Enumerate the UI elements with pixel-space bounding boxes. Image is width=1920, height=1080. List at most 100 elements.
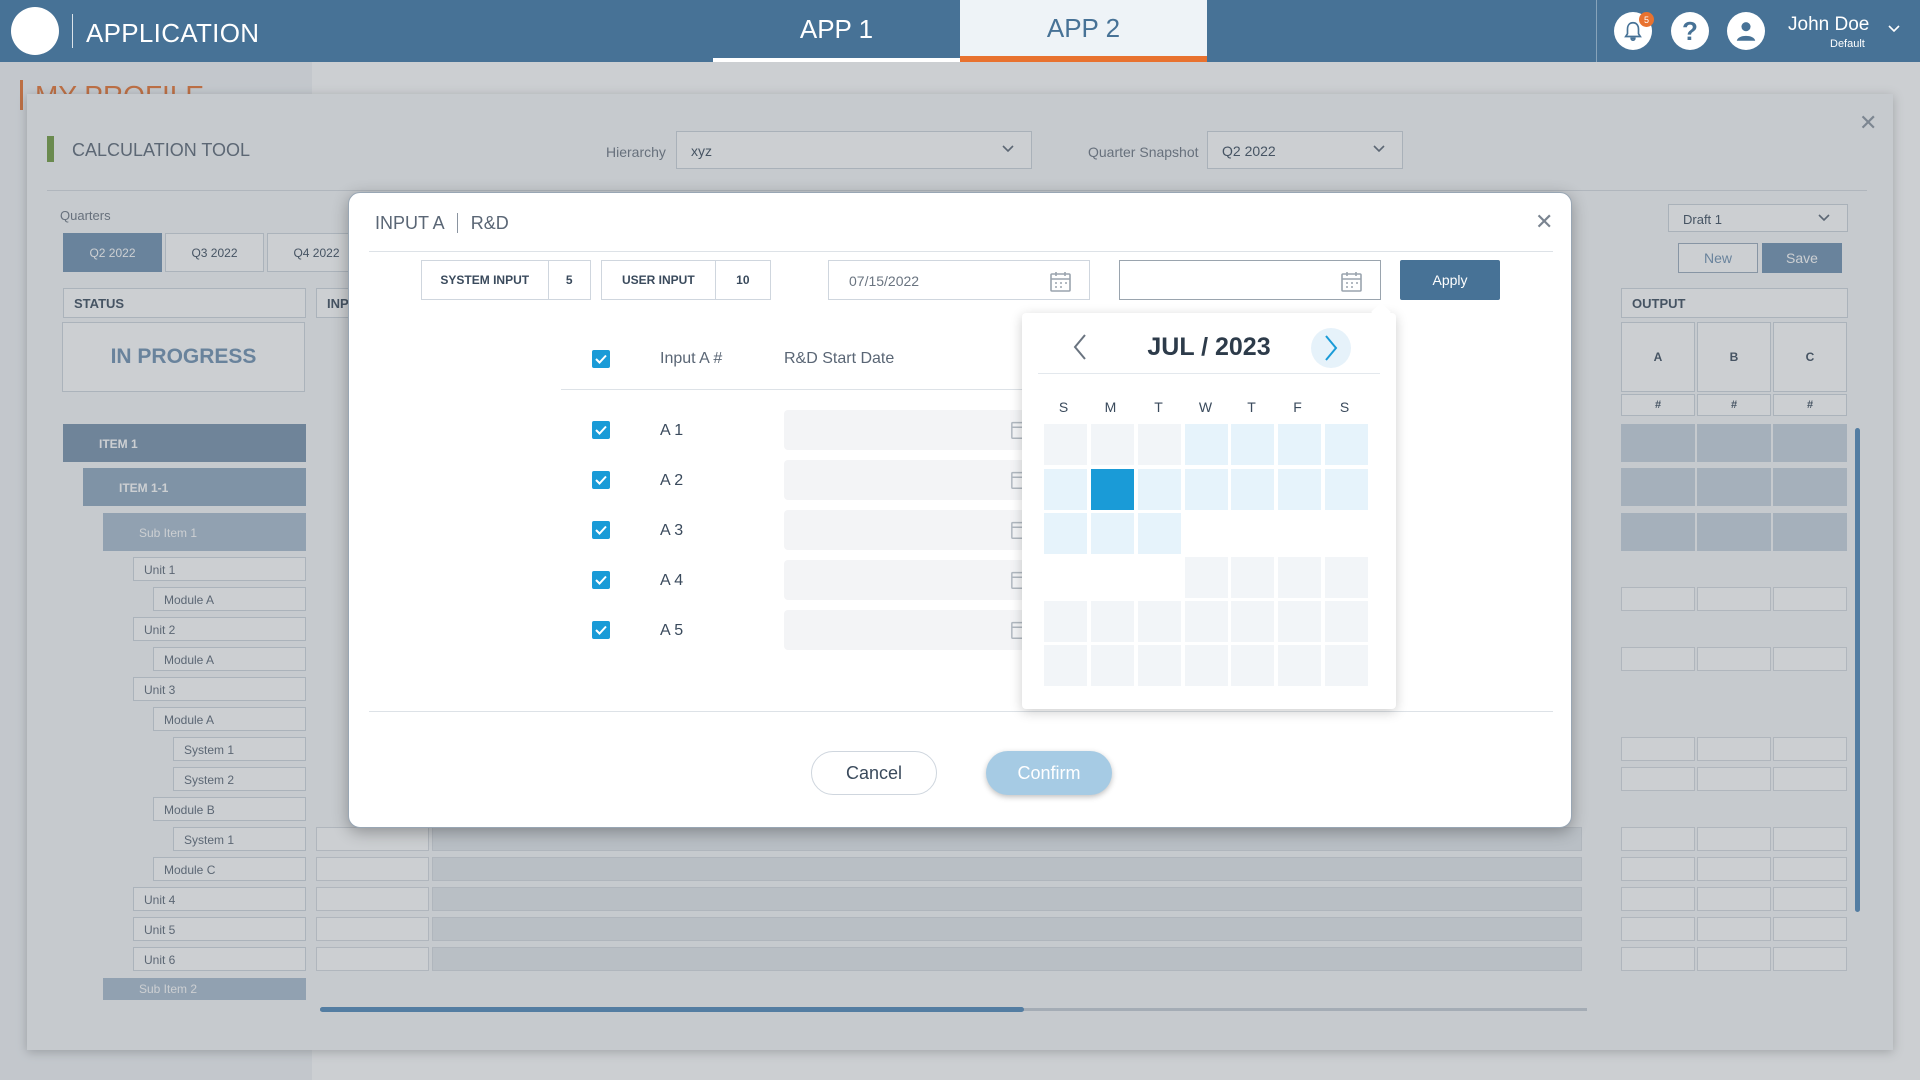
- calendar-day[interactable]: [1278, 424, 1321, 465]
- calendar-day: [1138, 645, 1181, 686]
- calendar-day: [1278, 601, 1321, 642]
- calendar-day[interactable]: [1185, 424, 1228, 465]
- row-label: A 4: [660, 572, 684, 589]
- calendar-day: [1278, 645, 1321, 686]
- check-icon: [595, 425, 607, 435]
- user-input-value: 10: [714, 261, 770, 299]
- tab-app-2[interactable]: APP 2: [960, 0, 1207, 62]
- row-label: A 2: [660, 472, 684, 489]
- calendar-day: [1231, 601, 1274, 642]
- apply-button[interactable]: Apply: [1400, 260, 1500, 300]
- calendar-day[interactable]: [1185, 469, 1228, 510]
- weekday-thu: T: [1247, 399, 1256, 415]
- help-icon: ?: [1682, 15, 1698, 46]
- calendar-day[interactable]: [1231, 469, 1274, 510]
- row-checkbox[interactable]: [592, 571, 610, 589]
- help-button[interactable]: ?: [1671, 12, 1709, 50]
- system-input-pill: SYSTEM INPUT 5: [421, 260, 591, 300]
- date-to-input[interactable]: [1119, 260, 1381, 300]
- app-divider: [72, 14, 73, 48]
- calendar-day[interactable]: [1325, 513, 1368, 554]
- modal-footer-divider: [369, 711, 1553, 712]
- calendar-day[interactable]: [1138, 469, 1181, 510]
- calendar-day[interactable]: [1091, 513, 1134, 554]
- calendar-day-selected[interactable]: [1091, 469, 1134, 510]
- calendar-day: [1185, 645, 1228, 686]
- calendar-day[interactable]: [1138, 513, 1181, 554]
- user-input-pill: USER INPUT 10: [601, 260, 771, 300]
- calendar-day: [1091, 645, 1134, 686]
- calendar-day: [1185, 557, 1228, 598]
- select-all-checkbox[interactable]: [592, 350, 610, 368]
- calendar-icon[interactable]: [1340, 271, 1364, 293]
- app-title: APPLICATION: [86, 18, 260, 48]
- check-icon: [595, 625, 607, 635]
- calendar-day[interactable]: [1278, 469, 1321, 510]
- modal-title: INPUT A R&D: [375, 213, 509, 234]
- check-icon: [595, 354, 607, 364]
- table-header-divider: [561, 389, 1061, 390]
- row-checkbox[interactable]: [592, 421, 610, 439]
- calendar-icon[interactable]: [1049, 271, 1073, 293]
- calendar-day[interactable]: [1325, 424, 1368, 465]
- user-input-label: USER INPUT: [621, 273, 695, 287]
- calendar-day: [1138, 424, 1181, 465]
- calendar-day: [1138, 601, 1181, 642]
- calendar-day[interactable]: [1325, 469, 1368, 510]
- calendar-day: [1278, 557, 1321, 598]
- check-icon: [595, 475, 607, 485]
- next-month-button[interactable]: [1311, 328, 1351, 368]
- row-checkbox[interactable]: [592, 471, 610, 489]
- row-label: A 3: [660, 522, 684, 539]
- calendar-day: [1231, 645, 1274, 686]
- calendar-day[interactable]: [1044, 469, 1087, 510]
- calendar-day: [1091, 424, 1134, 465]
- calendar-day: [1325, 557, 1368, 598]
- calendar-day: [1231, 557, 1274, 598]
- calendar-day: [1325, 645, 1368, 686]
- row-checkbox[interactable]: [592, 621, 610, 639]
- date-from-input[interactable]: 07/15/2022: [828, 260, 1090, 300]
- notification-badge: 5: [1639, 12, 1654, 27]
- rd-start-date-field[interactable]: [784, 460, 1034, 500]
- app-logo[interactable]: [11, 7, 59, 55]
- modal-title-main: INPUT A: [375, 213, 444, 233]
- row-checkbox[interactable]: [592, 521, 610, 539]
- calendar-day: [1091, 601, 1134, 642]
- date-picker: JUL / 2023 S M T W T F S: [1022, 302, 1396, 709]
- calendar-divider: [1038, 373, 1380, 374]
- weekday-mon: M: [1104, 399, 1117, 415]
- calendar-day[interactable]: [1091, 557, 1134, 598]
- rd-start-date-field[interactable]: [784, 610, 1034, 650]
- calendar-day[interactable]: [1044, 557, 1087, 598]
- rd-start-date-field[interactable]: [784, 410, 1034, 450]
- topbar-separator: [1596, 0, 1597, 62]
- calendar-day[interactable]: [1138, 557, 1181, 598]
- chevron-right-icon: [1325, 335, 1338, 361]
- calendar-day[interactable]: [1278, 513, 1321, 554]
- user-icon: [1736, 22, 1756, 41]
- calendar-day[interactable]: [1231, 424, 1274, 465]
- confirm-button[interactable]: Confirm: [986, 751, 1112, 795]
- rd-start-date-field[interactable]: [784, 560, 1034, 600]
- date-from-value: 07/15/2022: [849, 273, 920, 289]
- cancel-button[interactable]: Cancel: [811, 751, 937, 795]
- modal-subtitle: R&D: [470, 213, 509, 233]
- weekday-sat: S: [1339, 399, 1350, 415]
- weekday-fri: F: [1293, 399, 1302, 415]
- calendar-day[interactable]: [1044, 513, 1087, 554]
- user-name[interactable]: John Doe: [1788, 14, 1869, 36]
- col-input-a: Input A #: [660, 350, 723, 367]
- calendar-day: [1185, 601, 1228, 642]
- calendar-day: [1325, 601, 1368, 642]
- check-icon: [595, 525, 607, 535]
- notification-button[interactable]: 5: [1614, 12, 1654, 50]
- calendar-day[interactable]: [1231, 513, 1274, 554]
- chevron-down-icon[interactable]: [1887, 22, 1901, 36]
- user-role: Default: [1830, 38, 1865, 50]
- modal-close-icon[interactable]: ✕: [1535, 209, 1553, 235]
- calendar-day[interactable]: [1185, 513, 1228, 554]
- user-avatar[interactable]: [1727, 12, 1765, 50]
- tab-app-1[interactable]: APP 1: [713, 0, 960, 62]
- rd-start-date-field[interactable]: [784, 510, 1034, 550]
